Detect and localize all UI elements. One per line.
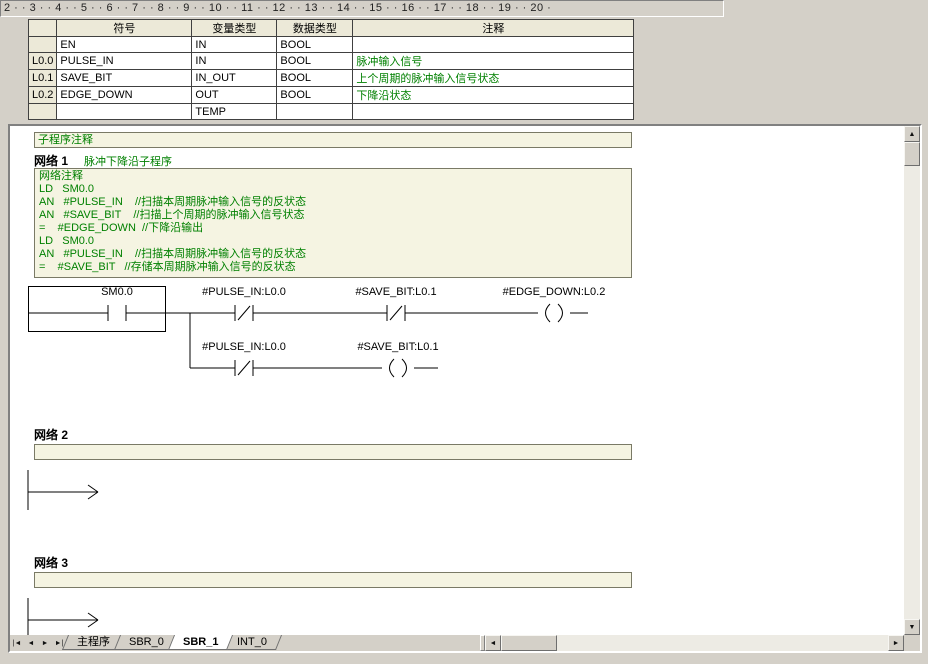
scroll-down-button[interactable]: ▼ [904, 619, 920, 635]
var-type-cell[interactable]: OUT [191, 86, 278, 104]
pou-tab-strip: 主程序 SBR_0 SBR_1 INT_0 [61, 635, 283, 651]
network-1-label: 网络 1 [34, 154, 69, 168]
symbol-cell[interactable]: EDGE_DOWN [56, 86, 193, 104]
tab-label: SBR_1 [182, 636, 219, 648]
horizontal-ruler: 2 · · 3 · · 4 · · 5 · · 6 · · 7 · · 8 · … [0, 0, 724, 17]
contact-save-bit-nc[interactable]: #SAVE_BIT:L0.1 [355, 286, 437, 321]
program-editor-canvas[interactable]: 子程序注释 网络 1 脉冲下降沿子程序 网络注释 LD SM0.0 AN #PUL… [10, 126, 904, 635]
contact-label: #PULSE_IN:L0.0 [202, 286, 286, 298]
comment-cell[interactable]: 脉冲输入信号 [352, 52, 635, 70]
first-tab-button[interactable]: |◄ [10, 635, 24, 651]
network-1-header[interactable]: 网络 1 脉冲下降沿子程序 [34, 152, 172, 169]
addr-cell[interactable] [27, 103, 58, 120]
network-2-empty-rung-arrow [27, 470, 99, 510]
comment-cell[interactable] [352, 36, 635, 53]
table-row: L0.2 EDGE_DOWN OUT BOOL 下降沿状态 [27, 86, 635, 104]
ruler-marks: 2 · · 3 · · 4 · · 5 · · 6 · · 7 · · 8 · … [4, 2, 552, 14]
editor-frame: 子程序注释 网络 1 脉冲下降沿子程序 网络注释 LD SM0.0 AN #PUL… [8, 124, 922, 653]
symbol-cell[interactable]: EN [56, 36, 193, 53]
contact-pulse-in-nc-rung2[interactable]: #PULSE_IN:L0.0 [202, 341, 286, 376]
coil-save-bit[interactable]: #SAVE_BIT:L0.1 [357, 341, 439, 378]
comment-cell[interactable]: 上个周期的脉冲输入信号状态 [352, 69, 635, 87]
tab-sbr-1[interactable]: SBR_1 [167, 635, 234, 650]
col-header-data-type: 数据类型 [276, 19, 354, 37]
network-2-label: 网络 2 [34, 428, 69, 442]
symbol-cell[interactable] [56, 103, 193, 120]
var-type-cell[interactable]: TEMP [191, 103, 278, 120]
symbol-cell[interactable]: PULSE_IN [56, 52, 193, 70]
network-3-empty-rung-arrow [27, 598, 99, 635]
variable-table: 符号 变量类型 数据类型 注释 EN IN BOOL L0.0 PULSE_IN… [27, 19, 635, 120]
table-row: L0.1 SAVE_BIT IN_OUT BOOL 上个周期的脉冲输入信号状态 [27, 69, 635, 87]
next-tab-button[interactable]: ► [38, 635, 52, 651]
scroll-up-button[interactable]: ▲ [904, 126, 920, 142]
network-3-header[interactable]: 网络 3 [34, 554, 68, 571]
comment-cell[interactable]: 下降沿状态 [352, 86, 635, 104]
addr-cell[interactable] [27, 36, 58, 53]
addr-cell[interactable]: L0.2 [27, 86, 58, 104]
contact-pulse-in-nc[interactable]: #PULSE_IN:L0.0 [202, 286, 286, 321]
data-type-cell[interactable]: BOOL [276, 36, 354, 53]
selection-cursor [28, 286, 166, 332]
network-2-comment-box[interactable] [34, 444, 632, 460]
addr-cell[interactable]: L0.0 [27, 52, 58, 70]
var-type-cell[interactable]: IN [191, 36, 278, 53]
plc-editor-window: 2 · · 3 · · 4 · · 5 · · 6 · · 7 · · 8 · … [0, 0, 928, 664]
network-3-label: 网络 3 [34, 556, 69, 570]
horizontal-scrollbar[interactable]: ◄ ► [485, 635, 904, 651]
table-row: L0.0 PULSE_IN IN BOOL 脉冲输入信号 [27, 52, 635, 70]
addr-cell[interactable]: L0.1 [27, 69, 58, 87]
scroll-left-button[interactable]: ◄ [485, 635, 501, 651]
corner-header-cell [27, 19, 58, 37]
contact-label: #PULSE_IN:L0.0 [202, 341, 286, 353]
symbol-cell[interactable]: SAVE_BIT [56, 69, 193, 87]
coil-label: #EDGE_DOWN:L0.2 [503, 286, 606, 298]
tab-bar-spacer [279, 635, 480, 651]
scrollbar-corner [904, 635, 920, 651]
data-type-cell[interactable]: BOOL [276, 52, 354, 70]
horizontal-scroll-track[interactable] [557, 635, 888, 651]
scroll-right-button[interactable]: ► [888, 635, 904, 651]
network-1-title: 脉冲下降沿子程序 [84, 156, 173, 168]
prev-tab-button[interactable]: ◄ [24, 635, 38, 651]
coil-label: #SAVE_BIT:L0.1 [357, 341, 438, 353]
var-type-cell[interactable]: IN_OUT [191, 69, 278, 87]
comment-cell[interactable] [352, 103, 635, 120]
tab-label: INT_0 [237, 636, 268, 648]
ladder-wires [28, 312, 588, 369]
vertical-scrollbar[interactable]: ▲ ▼ [904, 126, 920, 635]
network-1-comment-box[interactable]: 网络注释 LD SM0.0 AN #PULSE_IN //扫描本周期脉冲输入信号… [34, 168, 632, 278]
horizontal-scroll-thumb[interactable] [501, 635, 557, 651]
var-type-cell[interactable]: IN [191, 52, 278, 70]
coil-edge-down[interactable]: #EDGE_DOWN:L0.2 [503, 286, 606, 323]
editor-bottom-bar: |◄ ◄ ► ►| 主程序 SBR_0 SBR_1 INT_0 ◄ ► [10, 635, 920, 651]
table-header-row: 符号 变量类型 数据类型 注释 [27, 19, 635, 37]
col-header-symbol: 符号 [56, 19, 193, 37]
subroutine-comment-box[interactable]: 子程序注释 [34, 132, 632, 148]
contact-sm0-0[interactable]: SM0.0 [101, 286, 133, 321]
table-row: EN IN BOOL [27, 36, 635, 53]
data-type-cell[interactable]: BOOL [276, 86, 354, 104]
data-type-cell[interactable] [276, 103, 354, 120]
col-header-var-type: 变量类型 [191, 19, 278, 37]
tab-label: 主程序 [77, 636, 110, 648]
network-3-comment-box[interactable] [34, 572, 632, 588]
table-row: TEMP [27, 103, 635, 120]
col-header-comment: 注释 [352, 19, 635, 37]
ladder-network-1: SM0.0 #PULSE_IN:L0.0 #SAVE_BIT:L0.1 #EDG… [28, 286, 606, 378]
tab-label: SBR_0 [129, 636, 164, 648]
data-type-cell[interactable]: BOOL [276, 69, 354, 87]
vertical-scroll-thumb[interactable] [904, 142, 920, 166]
network-2-header[interactable]: 网络 2 [34, 426, 68, 443]
contact-label: #SAVE_BIT:L0.1 [355, 286, 436, 298]
contact-label: SM0.0 [101, 286, 133, 298]
